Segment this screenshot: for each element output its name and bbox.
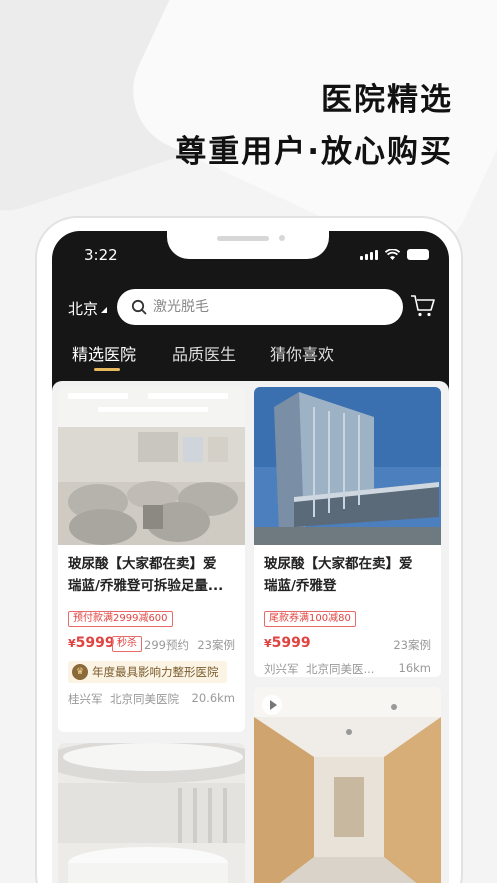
- appointment-count: 299预约: [144, 638, 189, 652]
- search-icon: [131, 299, 147, 315]
- award-label: 年度最具影响力整形医院: [92, 665, 219, 679]
- clinic-lobby-image: [58, 387, 245, 545]
- price-value: 5999: [271, 635, 311, 651]
- crown-icon: ♛: [72, 664, 88, 680]
- status-icons: [360, 249, 429, 260]
- product-card[interactable]: [58, 743, 245, 883]
- doctor-name: 桂兴军: [68, 692, 103, 706]
- speaker: [217, 236, 269, 241]
- tab-bar: 精选医院 品质医生 猜你喜欢: [52, 341, 449, 381]
- battery-icon: [407, 249, 429, 260]
- price: ¥5999: [68, 635, 115, 651]
- price-value: 5999: [75, 635, 115, 651]
- tab-recommended[interactable]: 猜你喜欢: [270, 341, 334, 365]
- cart-icon[interactable]: [410, 294, 436, 318]
- search-input[interactable]: [153, 299, 383, 315]
- product-card[interactable]: 玻尿酸【大家都在卖】爱 瑞蓝/乔雅登可拆验足量... 预付款满2999减600 …: [58, 387, 245, 732]
- case-count: 23案例: [393, 638, 431, 652]
- doctor-name: 刘兴军: [264, 662, 299, 676]
- clinic-corridor-image: [254, 687, 441, 883]
- camera: [279, 235, 285, 241]
- card-title: 玻尿酸【大家都在卖】爱: [68, 556, 217, 572]
- clinic-reception-image: [58, 743, 245, 883]
- search-row: 北京: [52, 289, 449, 327]
- headline-subtitle: 尊重用户·放心购买: [175, 134, 453, 170]
- card-title: 玻尿酸【大家都在卖】爱: [264, 556, 413, 572]
- phone-notch: [167, 231, 329, 259]
- tab-indicator: [94, 368, 120, 371]
- currency-symbol: ¥: [264, 637, 272, 650]
- hospital-building-image: [254, 387, 441, 545]
- card-title: 瑞蓝/乔雅登可拆验足量...: [68, 578, 224, 594]
- headline-title: 医院精选: [321, 82, 453, 118]
- status-time: 3:22: [84, 246, 118, 264]
- play-icon[interactable]: [262, 695, 282, 715]
- phone-screen: 3:22 北京 精选医院 品质医生 猜你喜欢: [52, 231, 449, 883]
- hospital-name: 北京同美医...: [306, 662, 375, 676]
- promo-tag: 预付款满2999减600: [68, 611, 173, 627]
- search-box[interactable]: [117, 289, 403, 325]
- price: ¥5999: [264, 635, 311, 651]
- case-count: 23案例: [197, 638, 235, 652]
- video-card[interactable]: [254, 687, 441, 883]
- award-badge: ♛ 年度最具影响力整形医院: [68, 661, 227, 683]
- flash-sale-badge: 秒杀: [112, 636, 142, 652]
- hospital-name: 北京同美医院: [110, 692, 179, 706]
- wifi-icon: [385, 249, 400, 260]
- promo-tag: 尾款券满100减80: [264, 611, 356, 627]
- card-feed: 玻尿酸【大家都在卖】爱 瑞蓝/乔雅登可拆验足量... 预付款满2999减600 …: [52, 381, 449, 883]
- signal-icon: [360, 250, 378, 260]
- card-title: 瑞蓝/乔雅登: [264, 578, 337, 594]
- city-selector[interactable]: 北京: [68, 298, 98, 319]
- product-card[interactable]: 玻尿酸【大家都在卖】爱 瑞蓝/乔雅登 尾款券满100减80 ¥5999 23案例…: [254, 387, 441, 677]
- distance: 16km: [398, 661, 432, 675]
- caret-down-icon[interactable]: [101, 307, 107, 313]
- currency-symbol: ¥: [68, 637, 76, 650]
- distance: 20.6km: [191, 691, 235, 705]
- tab-quality-doctors[interactable]: 品质医生: [172, 341, 236, 365]
- tab-selected-hospitals[interactable]: 精选医院: [72, 341, 136, 365]
